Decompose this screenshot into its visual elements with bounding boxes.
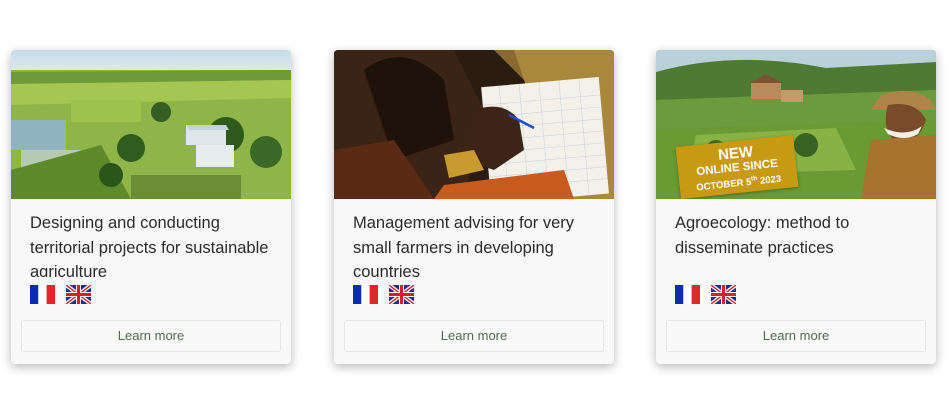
course-card[interactable]: Designing and conducting territorial pro… (11, 50, 291, 364)
flag-france-icon[interactable] (675, 285, 700, 304)
flag-france-icon[interactable] (353, 285, 378, 304)
course-image-farmer-village[interactable]: NEW ONLINE SINCE OCTOBER 5th 2023 (656, 50, 936, 199)
flag-uk-icon[interactable] (711, 285, 736, 304)
course-title[interactable]: Designing and conducting territorial pro… (30, 211, 276, 277)
flag-uk-icon[interactable] (389, 285, 414, 304)
course-image-aerial-farm[interactable] (11, 50, 291, 199)
course-card[interactable]: NEW ONLINE SINCE OCTOBER 5th 2023 Agroec… (656, 50, 936, 364)
flag-uk-icon[interactable] (66, 285, 91, 304)
course-image-farmer-writing[interactable] (334, 50, 614, 199)
course-title[interactable]: Management advising for very small farme… (353, 211, 599, 277)
learn-more-button[interactable]: Learn more (344, 320, 604, 352)
learn-more-button[interactable]: Learn more (21, 320, 281, 352)
course-title[interactable]: Agroecology: method to disseminate pract… (675, 211, 921, 277)
flag-france-icon[interactable] (30, 285, 55, 304)
learn-more-button[interactable]: Learn more (666, 320, 926, 352)
course-card[interactable]: Management advising for very small farme… (334, 50, 614, 364)
